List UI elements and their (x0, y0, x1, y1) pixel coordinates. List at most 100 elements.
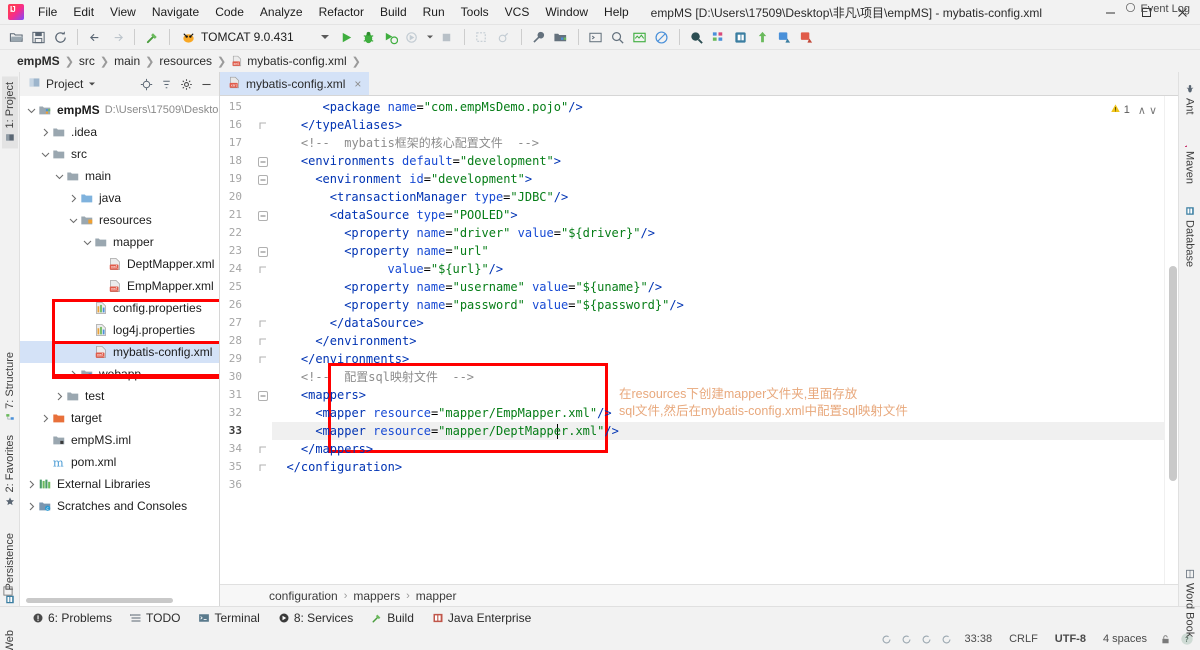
fold-expand-icon[interactable] (258, 174, 268, 185)
code-line[interactable]: <environment id="development"> (315, 170, 532, 188)
terminal-icon[interactable] (586, 27, 606, 47)
code-line[interactable]: <property name="username" value="${uname… (344, 278, 662, 296)
sidebar-item-project[interactable]: 1: Project (1, 76, 18, 149)
save-all-icon[interactable] (28, 27, 48, 47)
tree-node--idea[interactable]: .idea (20, 121, 219, 143)
chevron-down-icon[interactable] (82, 237, 93, 248)
fold-end-icon[interactable] (258, 264, 268, 274)
code-line[interactable]: <package name="com.empMsDemo.pojo"/> (323, 98, 583, 116)
code-line[interactable]: <!-- 配置sql映射文件 --> (301, 368, 474, 386)
menu-build[interactable]: Build (372, 2, 415, 22)
breadcrumb-main[interactable]: main (111, 53, 143, 69)
vertical-scrollbar[interactable] (1169, 266, 1177, 481)
run-configuration-selector[interactable]: TOMCAT 9.0.431 (177, 29, 335, 46)
chevron-right-icon[interactable] (26, 501, 37, 512)
tree-node-empms[interactable]: empMS D:\Users\17509\Desktop (20, 99, 219, 121)
structure-icon[interactable] (709, 27, 729, 47)
code-line[interactable]: <environments default="development"> (301, 152, 561, 170)
code-line[interactable]: <!-- mybatis框架的核心配置文件 --> (301, 134, 539, 152)
fold-end-icon[interactable] (258, 336, 268, 346)
tree-node-log4j-properties[interactable]: log4j.properties (20, 319, 219, 341)
sidebar-item-database[interactable]: Database (1181, 200, 1199, 273)
translate-icon[interactable] (775, 27, 795, 47)
tree-node-deptmapper-xml[interactable]: xml DeptMapper.xml (20, 253, 219, 275)
horizontal-scrollbar[interactable] (26, 598, 173, 603)
menu-vcs[interactable]: VCS (497, 2, 538, 22)
file-encoding[interactable]: UTF-8 (1051, 632, 1090, 646)
tree-node-config-properties[interactable]: config.properties (20, 297, 219, 319)
code-line[interactable]: <mapper resource="mapper/EmpMapper.xml"/… (315, 404, 611, 422)
tree-node-scratches-and-consoles[interactable]: c Scratches and Consoles (20, 495, 219, 517)
menu-tools[interactable]: Tools (453, 2, 497, 22)
code-line[interactable]: <mappers> (301, 386, 366, 404)
menu-refactor[interactable]: Refactor (311, 2, 372, 22)
tree-node-empmapper-xml[interactable]: xml EmpMapper.xml (20, 275, 219, 297)
chevron-right-icon[interactable] (68, 369, 79, 380)
chevron-right-icon[interactable] (68, 193, 79, 204)
sidebar-item-structure[interactable]: 7: Structure (2, 346, 18, 429)
chevron-right-icon[interactable] (40, 127, 51, 138)
editor-tab-mybatis-config[interactable]: xml mybatis-config.xml × (220, 72, 370, 95)
search-everywhere-icon[interactable] (608, 27, 628, 47)
settings-gear-icon[interactable] (177, 75, 195, 93)
run-icon[interactable] (337, 27, 357, 47)
line-separator[interactable]: CRLF (1005, 632, 1042, 646)
fold-end-icon[interactable] (258, 462, 268, 472)
inspection-status-widget[interactable]: 1 ∧ ∨ (1106, 102, 1160, 118)
chevron-right-icon[interactable] (40, 413, 51, 424)
fold-expand-icon[interactable] (258, 156, 268, 167)
fold-expand-icon[interactable] (258, 210, 268, 221)
code-line[interactable]: <transactionManager type="JDBC"/> (330, 188, 568, 206)
tree-node-webapp[interactable]: webapp (20, 363, 219, 385)
breadcrumb-mybatis-config-xml[interactable]: xml mybatis-config.xml (228, 53, 349, 69)
chevron-down-icon[interactable] (54, 171, 65, 182)
breadcrumb-resources[interactable]: resources (156, 53, 215, 69)
back-arrow-icon[interactable] (85, 27, 105, 47)
code-line[interactable]: <property name="password" value="${passw… (344, 296, 684, 314)
menu-edit[interactable]: Edit (65, 2, 102, 22)
menu-file[interactable]: File (30, 2, 65, 22)
editor-breadcrumb-configuration[interactable]: configuration (265, 588, 342, 604)
attach-icon[interactable] (494, 27, 514, 47)
fold-end-icon[interactable] (258, 318, 268, 328)
tree-node-external-libraries[interactable]: External Libraries (20, 473, 219, 495)
sidebar-item-ant[interactable]: Ant (1181, 78, 1199, 121)
red-doc-icon[interactable] (797, 27, 817, 47)
code-line[interactable]: </environments> (301, 350, 409, 368)
fold-end-icon[interactable] (258, 120, 268, 130)
toolwindow-todo[interactable]: TODO (122, 609, 188, 627)
project-structure-icon[interactable] (551, 27, 571, 47)
editor-breadcrumb-mapper[interactable]: mapper (412, 588, 461, 604)
breadcrumb-empms[interactable]: empMS (14, 53, 63, 69)
tree-node-target[interactable]: target (20, 407, 219, 429)
collapse-all-icon[interactable] (157, 75, 175, 93)
fold-end-icon[interactable] (258, 444, 268, 454)
toggle-tool-windows-button[interactable] (2, 585, 14, 600)
database-icon[interactable] (731, 27, 751, 47)
tree-node-test[interactable]: test (20, 385, 219, 407)
breadcrumb-src[interactable]: src (76, 53, 98, 69)
editor-breadcrumb-mappers[interactable]: mappers (349, 588, 404, 604)
chevron-down-icon[interactable] (26, 105, 37, 116)
profile-icon[interactable] (403, 27, 423, 47)
menu-navigate[interactable]: Navigate (144, 2, 207, 22)
minimize-button[interactable] (1092, 0, 1128, 25)
event-log-button[interactable]: Event Log (1125, 2, 1190, 16)
stop-icon[interactable] (437, 27, 457, 47)
project-tree[interactable]: empMS D:\Users\17509\Desktop .idea src main j… (20, 96, 219, 606)
chevron-right-icon[interactable] (54, 391, 65, 402)
inspect-icon[interactable] (630, 27, 650, 47)
tree-node-resources[interactable]: resources (20, 209, 219, 231)
code-line[interactable]: </environment> (315, 332, 416, 350)
code-line[interactable]: </typeAliases> (301, 116, 402, 134)
open-folder-icon[interactable] (6, 27, 26, 47)
chevron-down-icon[interactable] (68, 215, 79, 226)
code-line[interactable]: <dataSource type="POOLED"> (330, 206, 518, 224)
menu-help[interactable]: Help (596, 2, 637, 22)
sidebar-item-web[interactable]: Web (2, 624, 18, 650)
fold-end-icon[interactable] (258, 354, 268, 364)
toolwindow-terminal[interactable]: Terminal (190, 609, 267, 627)
indent-setting[interactable]: 4 spaces (1099, 632, 1151, 646)
tree-node-mybatis-config-xml[interactable]: xml mybatis-config.xml (20, 341, 219, 363)
fold-expand-icon[interactable] (258, 246, 268, 257)
